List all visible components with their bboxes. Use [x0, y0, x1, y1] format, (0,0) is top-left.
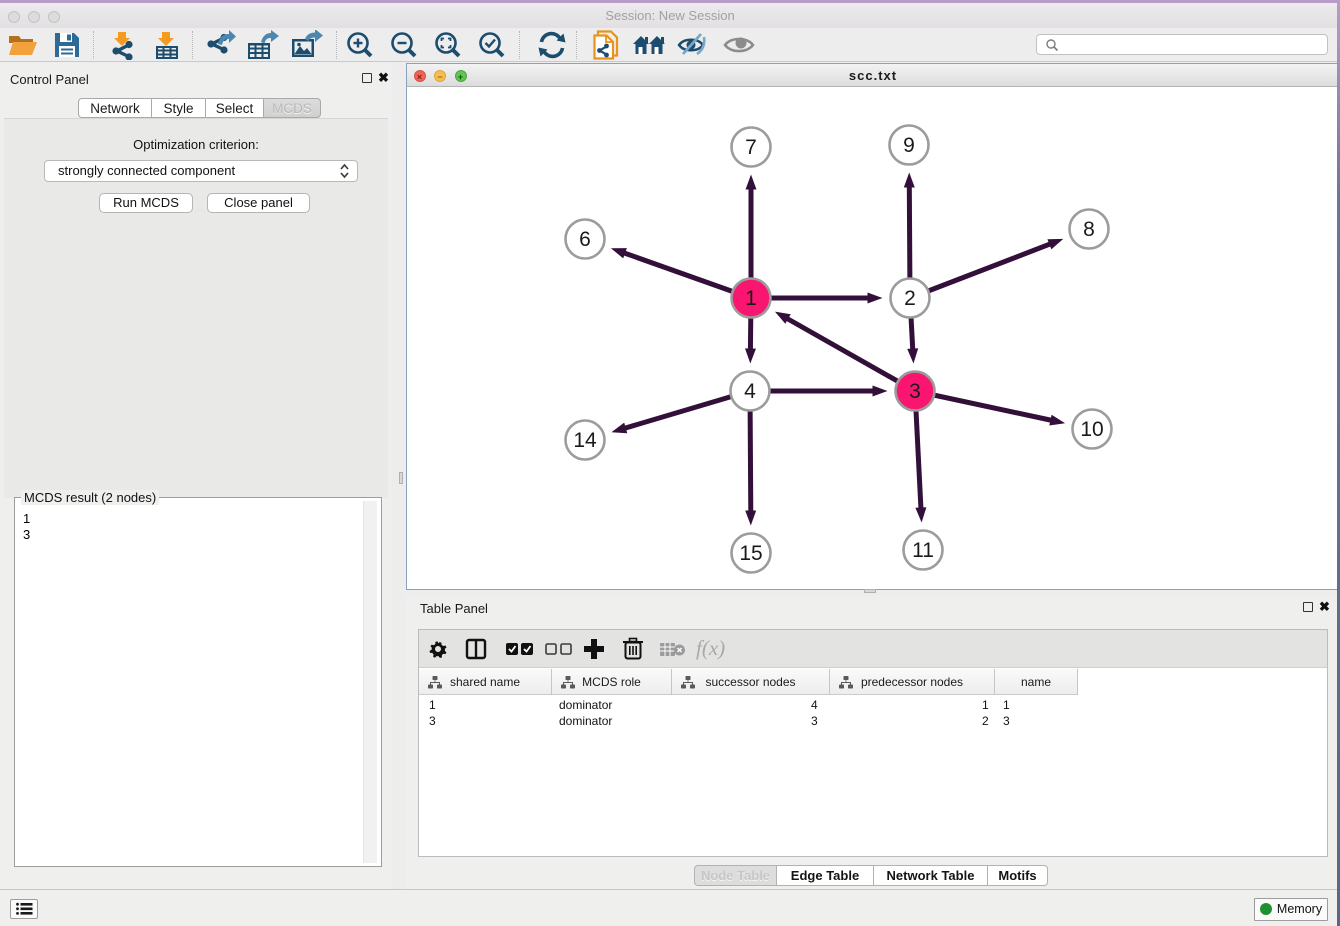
svg-text:4: 4	[744, 380, 756, 403]
svg-text:11: 11	[912, 539, 934, 562]
svg-text:8: 8	[1083, 218, 1095, 241]
svg-text:7: 7	[745, 136, 757, 159]
svg-text:9: 9	[903, 134, 915, 157]
svg-text:3: 3	[909, 380, 921, 403]
svg-text:6: 6	[579, 228, 591, 251]
svg-text:14: 14	[573, 429, 597, 452]
svg-text:10: 10	[1080, 418, 1103, 441]
svg-text:1: 1	[745, 287, 757, 310]
svg-text:2: 2	[904, 287, 916, 310]
svg-text:15: 15	[739, 542, 762, 565]
